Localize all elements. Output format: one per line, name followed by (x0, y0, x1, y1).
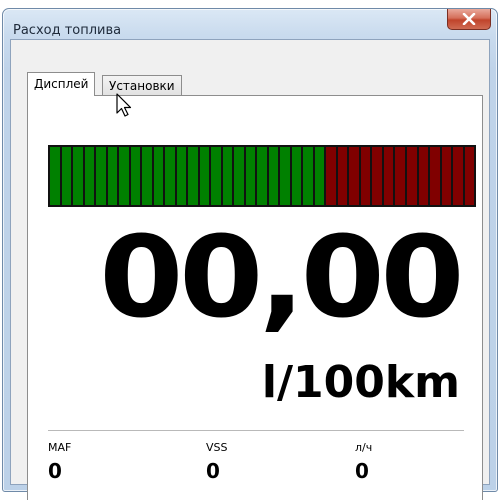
bar-segment-green (188, 147, 198, 205)
close-button[interactable] (447, 9, 491, 30)
stat-lph-label: л/ч (355, 441, 373, 454)
bar-segment-red (349, 147, 359, 205)
stat-lph-value: 0 (355, 459, 369, 483)
bar-segment-green (61, 147, 72, 205)
stat-maf-value: 0 (48, 459, 62, 483)
client-area: Дисплей Установки 00,00 l/100km MAF 0 VS… (10, 39, 490, 500)
bar-segment-green (165, 147, 175, 205)
bar-segment-red (326, 147, 336, 205)
bar-segment-green (50, 147, 60, 205)
bar-segment-green (176, 147, 187, 205)
fuel-consumption-unit: l/100km (261, 357, 460, 408)
bar-segment-red (372, 147, 382, 205)
bar-segment-green (73, 147, 83, 205)
bar-segment-red (441, 147, 452, 205)
bar-segment-green (199, 147, 210, 205)
stat-lph: л/ч 0 (355, 441, 372, 483)
fuel-consumption-value: 00,00 (98, 213, 464, 343)
bar-segment-red (418, 147, 429, 205)
bar-segment-green (119, 147, 129, 205)
close-icon (462, 13, 476, 25)
tab-display[interactable]: Дисплей (27, 72, 96, 96)
stat-vss-value: 0 (206, 459, 220, 483)
bar-segment-green (222, 147, 233, 205)
bar-segment-green (211, 147, 221, 205)
bar-segment-green (107, 147, 118, 205)
mouse-cursor-icon (116, 93, 132, 117)
bar-segment-red (383, 147, 394, 205)
title-bar[interactable]: Расход топлива (3, 9, 497, 39)
bar-segment-red (430, 147, 440, 205)
bar-segment-green (130, 147, 141, 205)
bar-segment-green (234, 147, 244, 205)
app-window: Расход топлива Дисплей Установки 00,00 l… (2, 8, 498, 500)
fuel-bar-graph (48, 145, 476, 207)
divider (48, 430, 464, 431)
stat-maf-label: MAF (48, 441, 72, 454)
tab-settings-label: Установки (109, 79, 175, 93)
stat-vss-label: VSS (206, 441, 228, 454)
bar-segment-green (96, 147, 106, 205)
bar-segment-green (142, 147, 152, 205)
bar-segment-red (453, 147, 463, 205)
window-title: Расход топлива (13, 23, 122, 38)
bar-segment-green (245, 147, 256, 205)
bar-segment-red (406, 147, 417, 205)
bar-segment-green (257, 147, 267, 205)
bar-segment-green (303, 147, 313, 205)
stat-vss: VSS 0 (206, 441, 228, 483)
bar-segment-green (84, 147, 95, 205)
bar-segment-red (464, 147, 475, 205)
bar-segment-green (268, 147, 279, 205)
stat-maf: MAF 0 (48, 441, 71, 483)
tab-display-label: Дисплей (34, 77, 89, 91)
bar-segment-red (360, 147, 371, 205)
bar-segment-green (314, 147, 325, 205)
display-panel: 00,00 l/100km MAF 0 VSS 0 л/ч 0 (27, 95, 483, 500)
bar-segment-green (280, 147, 290, 205)
bar-segment-green (153, 147, 164, 205)
bar-segment-green (291, 147, 302, 205)
tab-settings[interactable]: Установки (102, 75, 182, 96)
bar-segment-red (395, 147, 405, 205)
bar-segment-red (337, 147, 348, 205)
